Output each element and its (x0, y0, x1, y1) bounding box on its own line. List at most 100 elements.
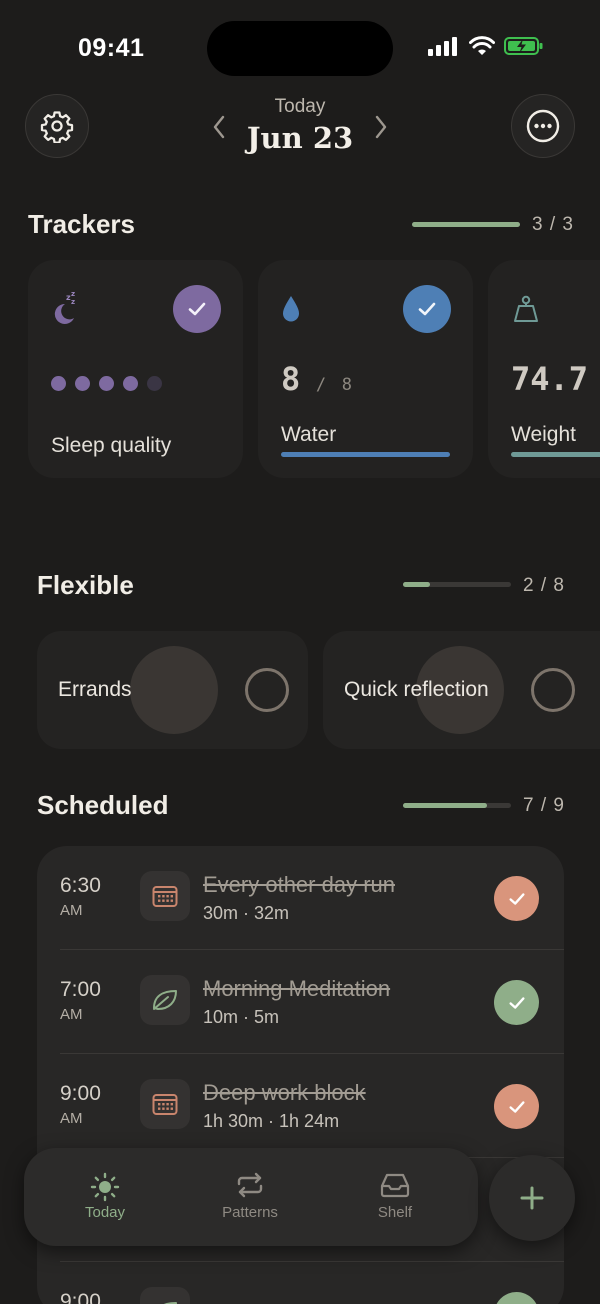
weight-label: Weight (511, 423, 576, 446)
water-progress-bar (281, 452, 450, 457)
water-drop-icon (283, 296, 299, 322)
checkmark-icon (508, 1100, 525, 1113)
checkmark-icon (418, 302, 436, 316)
tab-label: Today (84, 1204, 126, 1221)
scheduled-progress-fill (403, 803, 488, 808)
scheduled-item-deep-work[interactable]: 9:00 AM Deep work block 1h 30m · 1h 24m (37, 1054, 564, 1158)
scheduled-icon-tile (140, 975, 190, 1025)
flexible-section-title: Flexible (37, 570, 134, 600)
water-label: Water (281, 423, 337, 446)
sleep-rating-dot-2 (75, 376, 90, 391)
weight-value: 74.7 (511, 360, 589, 398)
tracker-card-weight[interactable]: 74.7 / Weight (488, 260, 600, 478)
date-eyebrow: Today (274, 96, 326, 117)
scheduled-complete-check[interactable] (494, 1292, 539, 1304)
sleep-rating-dot-5 (147, 376, 162, 391)
tab-icon-wrap (185, 1172, 315, 1198)
scheduled-ampm: AM (60, 1110, 83, 1127)
trackers-progress-fill (412, 222, 520, 227)
flexible-progress-count: 2 / 8 (523, 575, 565, 596)
calendar-icon (152, 886, 178, 907)
svg-text:z: z (71, 290, 75, 298)
inbox-tray-icon (380, 1173, 410, 1198)
water-goal: 8 (341, 375, 353, 395)
flexible-item-label: Quick reflection (344, 678, 489, 701)
scheduled-complete-check[interactable] (494, 876, 539, 921)
trackers-progress-count: 3 / 3 (532, 214, 574, 235)
leaf-icon (153, 990, 177, 1010)
tab-shelf[interactable]: Shelf (330, 1148, 460, 1246)
tracker-card-sleep[interactable]: z z z Sleep quality (28, 260, 243, 478)
tracker-card-water[interactable]: 8 / 8 Water (258, 260, 473, 478)
cellular-signal-icon (428, 37, 457, 56)
scheduled-item-meditation[interactable]: 7:00 AM Morning Meditation 10m · 5m (37, 950, 564, 1054)
flexible-item-label: Errands (58, 678, 132, 701)
sleep-rating-dot-3 (99, 376, 114, 391)
wifi-icon (469, 36, 495, 55)
scheduled-section-title: Scheduled (37, 790, 169, 820)
trackers-progress-bar (412, 222, 520, 227)
scheduled-ampm: AM (60, 1006, 83, 1023)
more-options-button[interactable] (511, 94, 575, 158)
touch-highlight (130, 646, 218, 734)
repeat-icon (237, 1172, 263, 1198)
checkmark-icon (508, 892, 525, 905)
tab-bar: Today Patterns Shelf (24, 1148, 478, 1246)
flexible-progress-bar (403, 582, 511, 587)
scheduled-title: Deep work block (203, 1080, 366, 1105)
plus-icon (520, 1186, 544, 1210)
tab-label: Patterns (222, 1204, 278, 1221)
moon-sleep-icon: z z z (54, 290, 75, 324)
leaf-icon (163, 1302, 177, 1304)
water-value: 8 (281, 360, 301, 398)
weight-value-row: 74.7 / (511, 360, 600, 398)
scheduled-duration: 10m · 5m (203, 1007, 280, 1027)
dynamic-island (207, 21, 393, 76)
status-icons (428, 36, 544, 56)
scheduled-time: 6:30 (60, 874, 101, 897)
svg-text:z: z (71, 298, 75, 306)
calendar-icon (152, 1094, 178, 1115)
scheduled-title: Every other day run (203, 872, 395, 897)
tab-today[interactable]: Today (40, 1148, 170, 1246)
checkmark-icon (508, 996, 525, 1009)
scheduled-time: 7:00 (60, 978, 101, 1001)
sleep-label: Sleep quality (51, 434, 172, 457)
status-bar: 09:41 (0, 0, 600, 90)
flexible-item-errands[interactable]: Errands (37, 631, 308, 749)
checkmark-icon (188, 302, 206, 316)
scheduled-item-run[interactable]: 6:30 AM Every other day run 30m · 32m (37, 846, 564, 950)
tab-icon-wrap (330, 1172, 460, 1198)
chevron-right-icon (375, 115, 387, 139)
status-time: 09:41 (78, 34, 145, 62)
scheduled-time: 9:00 (60, 1290, 101, 1304)
flexible-progress-fill (403, 582, 430, 587)
flexible-item-checkbox[interactable] (245, 668, 289, 712)
ellipsis-circle-icon (526, 109, 560, 143)
flexible-item-checkbox[interactable] (531, 668, 575, 712)
scheduled-icon-tile (140, 871, 190, 921)
scale-icon (514, 295, 538, 322)
scheduled-progress-bar (403, 803, 511, 808)
scheduled-complete-check[interactable] (494, 1084, 539, 1129)
scheduled-complete-check[interactable] (494, 980, 539, 1025)
scheduled-progress-count: 7 / 9 (523, 795, 565, 816)
water-separator: / (315, 375, 327, 395)
flexible-item-quick-reflection[interactable]: Quick reflection (323, 631, 600, 749)
weight-progress-bar (511, 452, 600, 457)
tab-label: Shelf (377, 1204, 413, 1221)
scheduled-title: Morning Meditation (203, 976, 391, 1001)
scheduled-item-cutoff[interactable]: 9:00 (37, 1262, 564, 1304)
add-button[interactable] (489, 1155, 575, 1241)
scheduled-time: 9:00 (60, 1082, 101, 1105)
sun-icon (90, 1172, 120, 1202)
water-value-row: 8 / 8 (281, 360, 352, 398)
next-day-button[interactable] (370, 112, 392, 142)
scheduled-ampm: AM (60, 902, 83, 919)
scheduled-icon-tile (140, 1079, 190, 1129)
scheduled-duration: 30m · 32m (203, 903, 290, 923)
sleep-complete-check[interactable] (173, 285, 221, 333)
water-complete-check[interactable] (403, 285, 451, 333)
date-title[interactable]: Jun 23 (0, 121, 600, 155)
tab-patterns[interactable]: Patterns (185, 1148, 315, 1246)
